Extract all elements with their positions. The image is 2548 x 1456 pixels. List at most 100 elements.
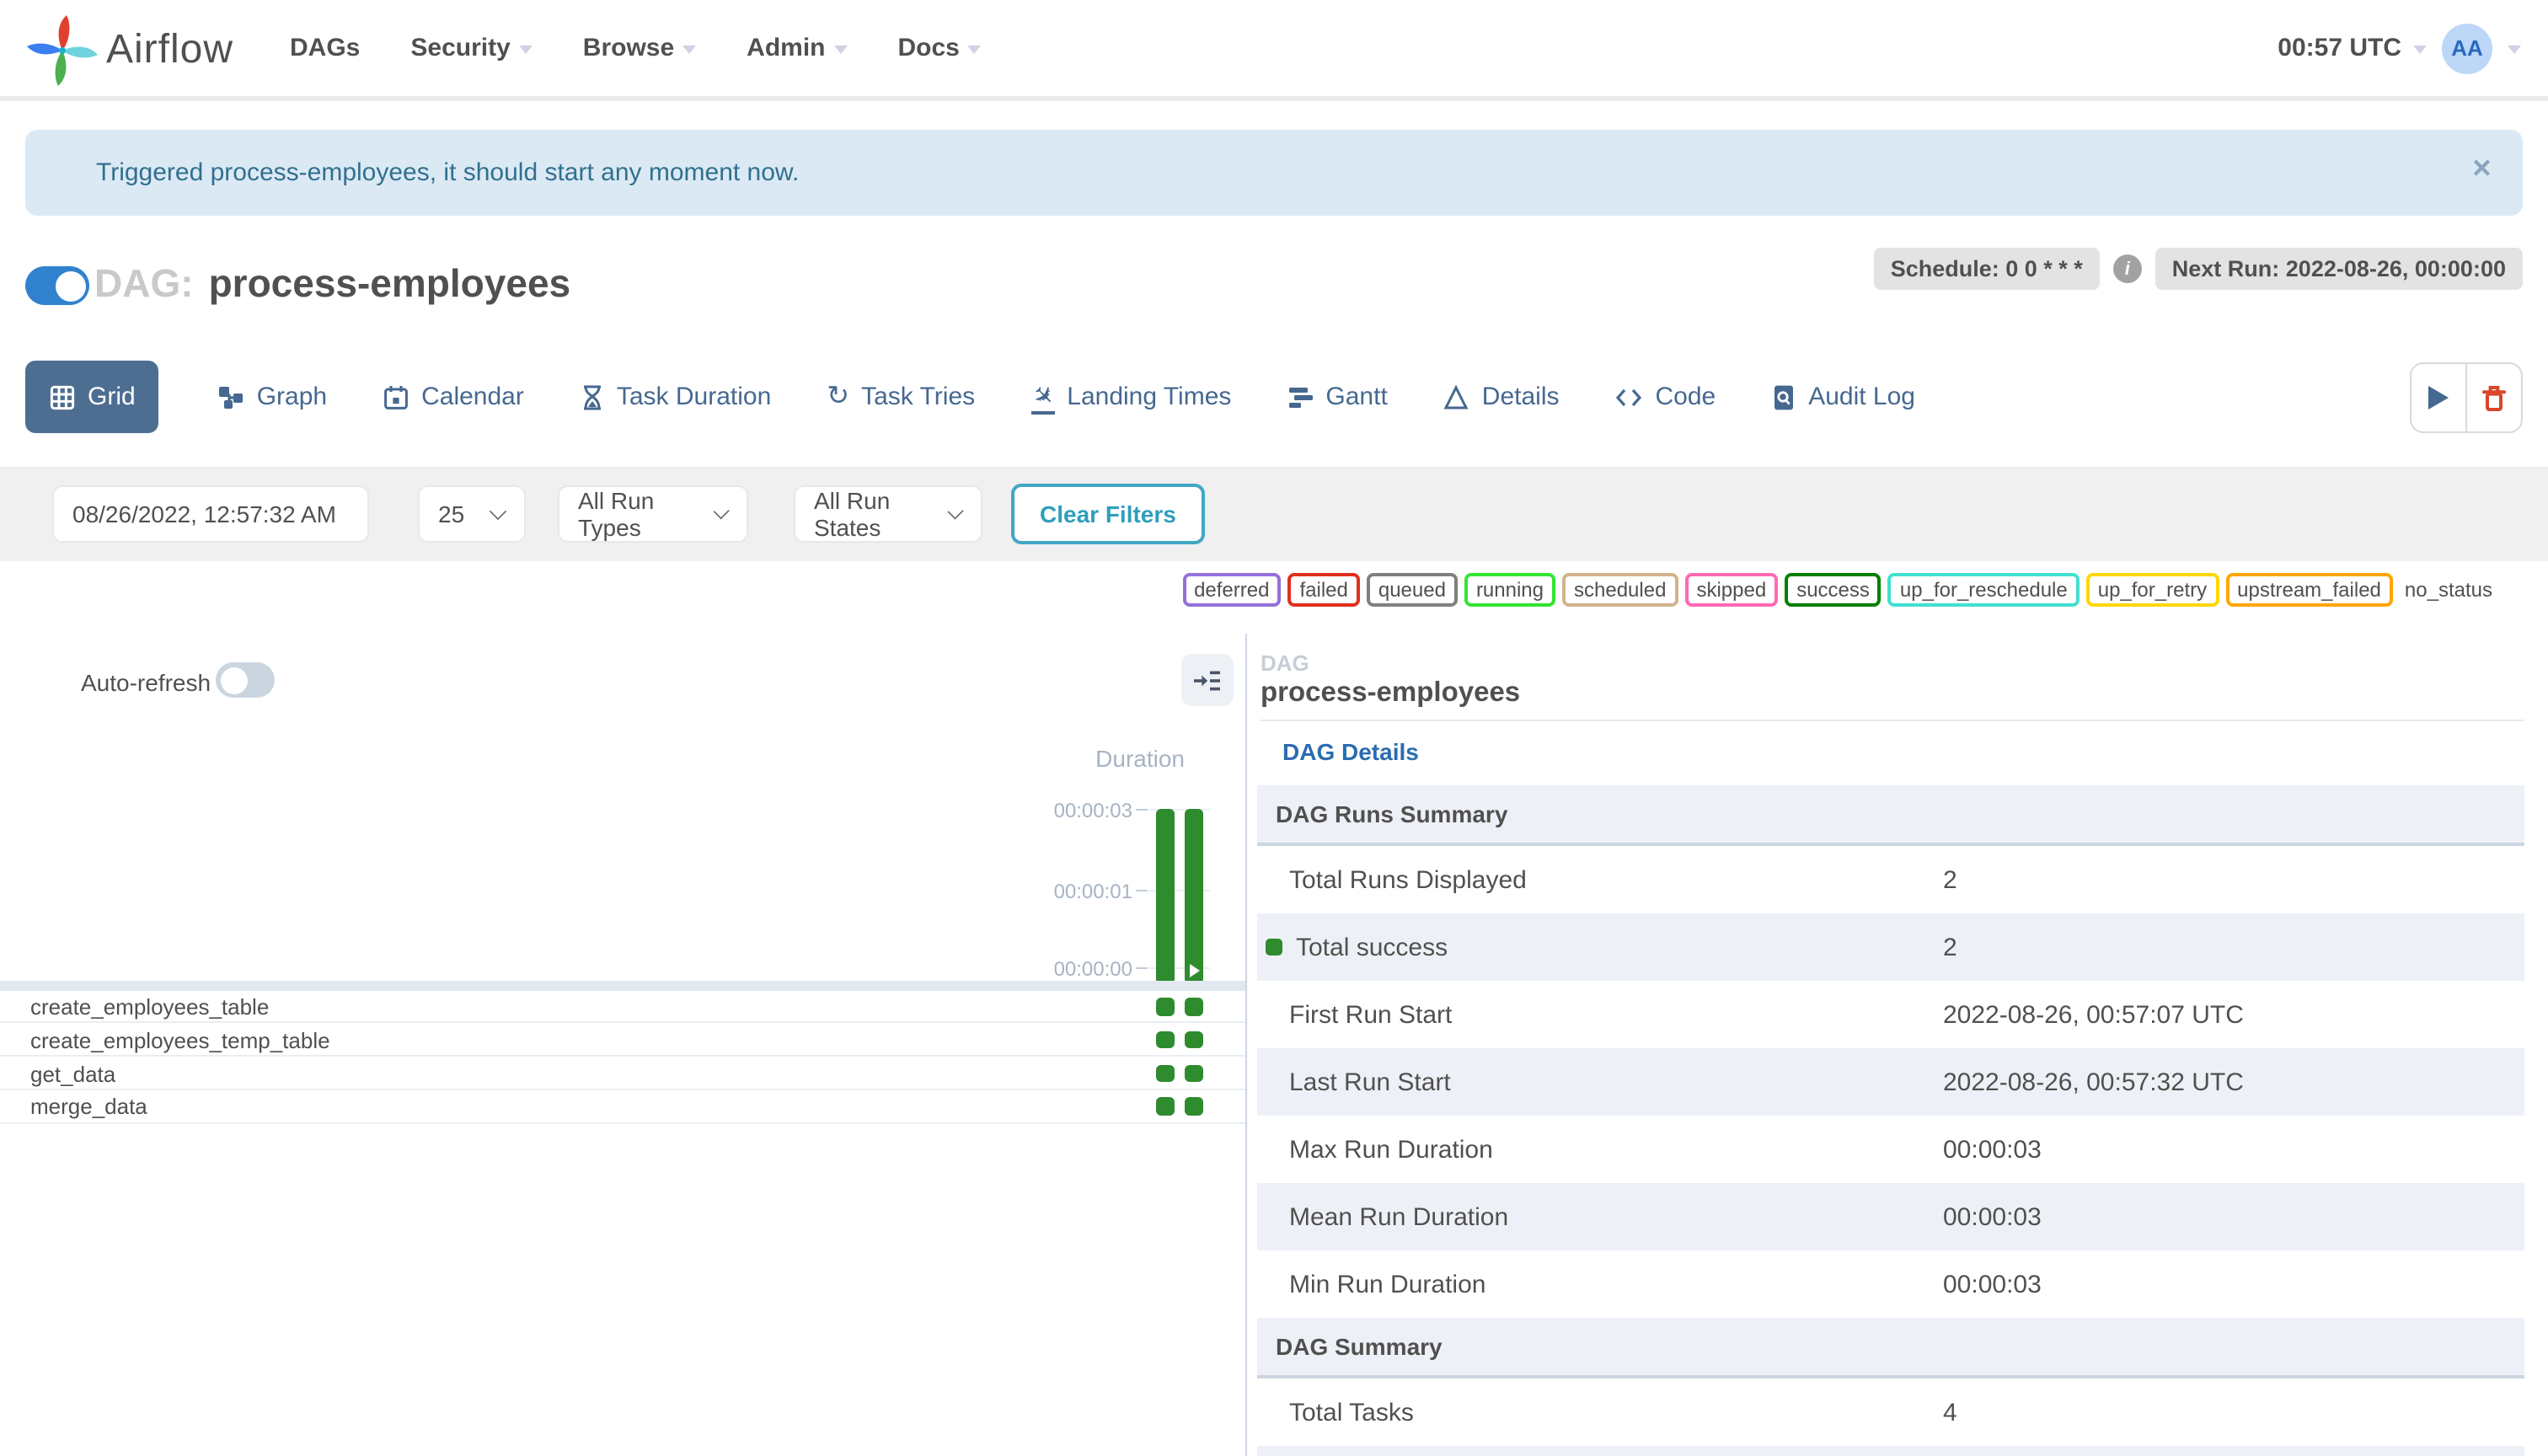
alert-message: Triggered process-employees, it should s… [96,158,800,187]
legend-success[interactable]: success [1785,573,1882,607]
schedule-badges: Schedule: 0 0 * * * i Next Run: 2022-08-… [1873,248,2523,290]
chevron-down-icon [712,502,730,519]
brand-name: Airflow [106,27,234,72]
task-instance-square[interactable] [1185,998,1202,1015]
hourglass-icon [583,384,601,410]
task-row: merge_data [0,1090,1245,1124]
tab-audit-log[interactable]: Audit Log [1771,383,1915,411]
airflow-brand[interactable]: Airflow [25,13,233,88]
grid-icon [50,384,75,410]
avatar[interactable]: AA [2442,23,2492,73]
tab-grid[interactable]: Grid [25,361,159,433]
panel-label: DAG [1261,650,1309,676]
filter-bar: 25 All Run Types All Run States Clear Fi… [0,467,2548,561]
success-marker-icon [1266,939,1282,956]
dag-details-table: DAG Runs Summary Total Runs Displayed 2 … [1257,785,2524,1456]
legend-deferred[interactable]: deferred [1182,573,1282,607]
chevron-down-icon [2413,46,2427,54]
auto-refresh-label: Auto-refresh [81,669,211,696]
chevron-down-icon[interactable] [2508,46,2521,54]
dag-name: process-employees [208,261,571,305]
tab-calendar[interactable]: Calendar [383,383,524,411]
axis-tick [1136,967,1148,969]
legend-queued[interactable]: queued [1366,573,1458,607]
legend-skipped[interactable]: skipped [1684,573,1779,607]
dag-run-bar-2[interactable] [1185,809,1202,984]
axis-tick [1136,890,1148,891]
axis-tick-label: 00:00:00 [1053,957,1132,981]
nav-browse[interactable]: Browse [583,34,697,62]
legend-scheduled[interactable]: scheduled [1562,573,1678,607]
navbar-right: 00:57 UTC AA [2278,0,2521,96]
task-name[interactable]: get_data [30,1061,115,1086]
nav-docs[interactable]: Docs [898,34,982,62]
task-name[interactable]: create_employees_temp_table [30,1028,330,1053]
clock-dropdown[interactable]: 00:57 UTC [2278,34,2427,62]
task-name[interactable]: create_employees_table [30,994,269,1020]
calendar-icon [384,385,408,409]
tab-gantt[interactable]: Gantt [1287,383,1388,411]
auto-refresh-toggle[interactable] [216,662,275,698]
clear-filters-button[interactable]: Clear Filters [1011,484,1205,544]
axis-tick [1136,809,1148,811]
trigger-dag-button[interactable] [2412,364,2465,431]
run-states-select[interactable]: All Run States [794,485,982,543]
repeat-icon: ↻ [827,382,850,410]
tab-task-duration[interactable]: Task Duration [580,383,771,411]
plane-landing-icon: ✈ [1025,377,1060,414]
legend-up-for-retry[interactable]: up_for_retry [2085,573,2219,607]
details-panel: DAG process-employees DAG Details DAG Ru… [1247,634,2548,1456]
tab-code[interactable]: Code [1615,383,1716,411]
play-icon [2428,386,2449,410]
legend-running[interactable]: running [1464,573,1555,607]
legend-up-for-reschedule[interactable]: up_for_reschedule [1887,573,2080,607]
dag-pause-toggle[interactable] [25,266,89,305]
top-navbar: Airflow DAGs Security Browse Admin Docs … [0,0,2548,101]
table-row: Last Run Start 2022-08-26, 00:57:32 UTC [1257,1048,2524,1116]
dag-run-bar-1[interactable] [1156,809,1174,984]
nav-admin[interactable]: Admin [747,34,848,62]
main-menu: DAGs Security Browse Admin Docs [290,0,982,96]
chart-separator [0,981,1245,990]
task-instance-square[interactable] [1156,1030,1174,1049]
nav-dags[interactable]: DAGs [290,34,360,62]
tab-task-tries[interactable]: ↻ Task Tries [827,383,975,411]
tab-dag-details[interactable]: DAG Details [1282,738,1419,765]
axis-tick-label: 00:00:03 [1053,799,1132,822]
collapse-details-button[interactable] [1181,654,1234,706]
close-icon[interactable]: ✕ [2471,153,2492,184]
task-instance-square[interactable] [1185,1030,1202,1049]
tab-details[interactable]: Details [1443,383,1560,411]
run-types-select[interactable]: All Run Types [558,485,748,543]
task-instance-square[interactable] [1185,1064,1202,1083]
table-row: Total Runs Displayed 2 [1289,865,1957,894]
task-instance-square[interactable] [1156,1097,1174,1116]
legend-upstream-failed[interactable]: upstream_failed [2225,573,2393,607]
nav-security[interactable]: Security [410,34,533,62]
limit-select[interactable]: 25 [418,485,526,543]
delete-dag-button[interactable] [2465,364,2521,431]
task-name[interactable]: merge_data [30,1095,147,1120]
trigger-alert-banner: Triggered process-employees, it should s… [25,130,2523,216]
airflow-app: Airflow DAGs Security Browse Admin Docs … [0,0,2548,1456]
task-instance-square[interactable] [1156,998,1174,1015]
dag-actions-group [2410,362,2523,433]
chevron-down-icon [947,502,964,519]
duration-axis-title: Duration [1095,745,1185,772]
main-content: Auto-refresh Duration 00:00:03 00:00:01 … [0,634,2548,1456]
table-row: Mean Run Duration 00:00:03 [1257,1183,2524,1250]
tab-graph[interactable]: Graph [218,383,327,411]
legend-failed[interactable]: failed [1287,573,1360,607]
info-icon[interactable]: i [2112,254,2142,283]
divider [1261,720,2524,721]
table-section-header: DAG Runs Summary [1257,785,2524,846]
dag-prefix: DAG: [94,261,194,305]
details-icon [1444,383,1469,409]
run-date-input[interactable] [52,485,369,543]
task-row: create_employees_table [0,990,1245,1024]
code-icon [1616,388,1642,406]
tab-landing-times[interactable]: ✈ Landing Times [1025,377,1231,414]
task-instance-square[interactable] [1156,1064,1174,1083]
grid-panel: Auto-refresh Duration 00:00:03 00:00:01 … [0,634,1245,1456]
task-instance-square[interactable] [1185,1097,1202,1116]
